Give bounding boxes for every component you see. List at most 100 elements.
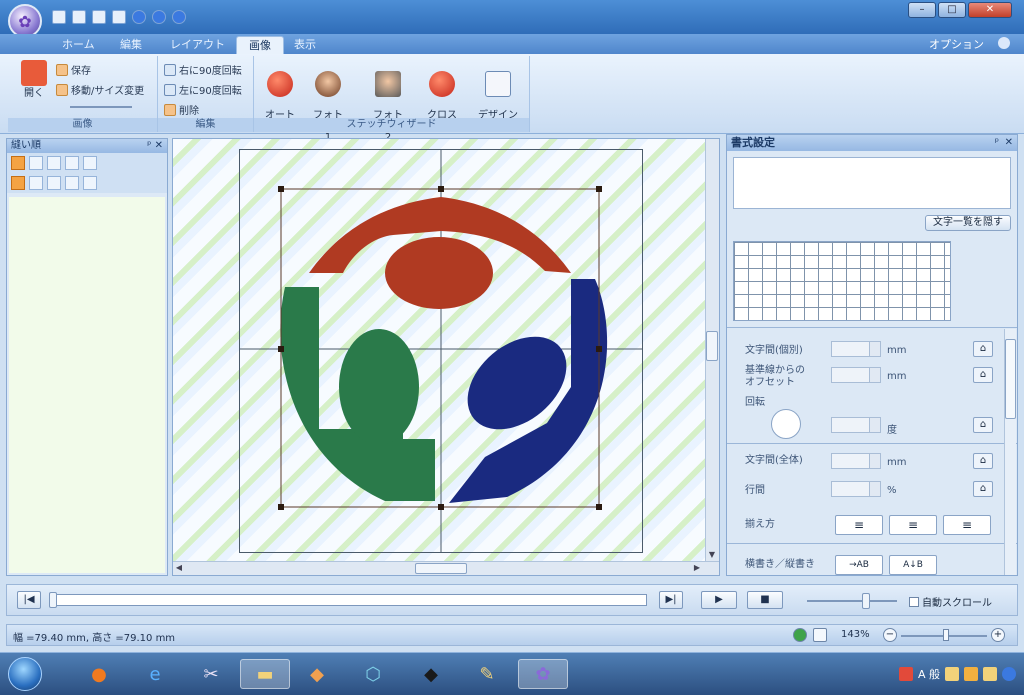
handle-top-right[interactable] — [596, 186, 602, 192]
move-size-button[interactable]: 移動/サイズ変更 — [56, 82, 144, 97]
handle-right[interactable] — [596, 346, 602, 352]
stop-button[interactable]: ■ — [747, 591, 783, 609]
group-icon[interactable] — [29, 156, 43, 170]
baseline-offset-field[interactable] — [831, 367, 881, 383]
move-down-icon[interactable] — [47, 176, 61, 190]
hide-char-list-button[interactable]: 文字一覧を隠す — [925, 215, 1011, 231]
align-right-button[interactable]: ≡ — [943, 515, 991, 535]
firefox-icon[interactable]: ● — [82, 659, 116, 689]
canvas-horizontal-thumb[interactable] — [415, 563, 467, 574]
line-spacing-field[interactable] — [831, 481, 881, 497]
zoom-out-icon[interactable]: − — [883, 628, 897, 642]
rotate-left-button[interactable]: 左に90度回転 — [164, 82, 242, 97]
app-icon-1[interactable]: ◆ — [300, 659, 334, 689]
ime-pad-icon[interactable] — [983, 667, 997, 681]
pin-icon[interactable]: ᵖ — [995, 135, 999, 151]
save-image-button[interactable]: 保存 — [56, 62, 91, 77]
app-icon-2[interactable]: ⬡ — [356, 659, 390, 689]
page-view-icon[interactable] — [813, 628, 827, 642]
move-up-icon[interactable] — [29, 176, 43, 190]
zoom-slider-knob[interactable] — [943, 629, 949, 641]
speed-slider[interactable] — [807, 600, 897, 602]
app-icon-3[interactable]: ◆ — [414, 659, 448, 689]
tab-view[interactable]: 表示 — [282, 36, 328, 54]
tray-app-icon[interactable] — [898, 667, 913, 681]
pointer-icon[interactable] — [83, 176, 97, 190]
open-image-button[interactable]: 開く — [12, 60, 56, 99]
go-start-button[interactable]: |◀ — [17, 591, 41, 609]
auto-scroll-checkbox[interactable] — [909, 596, 919, 607]
ungroup-icon[interactable] — [47, 156, 61, 170]
help-icon[interactable] — [998, 37, 1010, 49]
align-left-button[interactable]: ≡ — [835, 515, 883, 535]
explorer-icon[interactable]: ▬ — [240, 659, 290, 689]
maximize-button[interactable]: □ — [938, 2, 966, 18]
text-input[interactable] — [733, 157, 1011, 209]
help-tray-icon[interactable] — [1002, 667, 1016, 681]
scroll-left-icon[interactable]: ◀ — [173, 562, 185, 574]
tab-image[interactable]: 画像 — [236, 36, 284, 54]
minimize-button[interactable]: – — [908, 2, 936, 18]
ime-indicator[interactable]: A 般 — [918, 666, 940, 682]
rotation-dial[interactable] — [771, 409, 801, 439]
horizontal-writing-button[interactable]: →AB — [835, 555, 883, 575]
embroidery-app-icon[interactable]: ✿ — [518, 659, 568, 689]
scroll-down-icon[interactable]: ▼ — [706, 549, 718, 561]
panel-scrollbar[interactable] — [1004, 329, 1016, 575]
tab-home[interactable]: ホーム — [50, 36, 107, 54]
go-end-button[interactable]: ▶| — [659, 591, 683, 609]
paint-icon[interactable]: ✎ — [470, 659, 504, 689]
line-spacing-reset-button[interactable]: ⌂ — [973, 481, 993, 497]
snipping-tool-icon[interactable]: ✂ — [194, 659, 228, 689]
hide-icon[interactable] — [65, 176, 79, 190]
new-file-icon[interactable] — [72, 10, 86, 24]
auto-scroll-option[interactable]: 自動スクロール — [909, 594, 992, 609]
app-logo-icon[interactable]: ✿ — [8, 4, 42, 38]
stitch-progress-knob[interactable] — [49, 592, 57, 608]
rotation-reset-button[interactable]: ⌂ — [973, 417, 993, 433]
align-center-button[interactable]: ≡ — [889, 515, 937, 535]
sort-icon[interactable] — [11, 156, 25, 170]
tab-layout[interactable]: レイアウト — [158, 36, 237, 54]
close-button[interactable]: ✕ — [968, 2, 1012, 18]
handle-bottom-right[interactable] — [596, 504, 602, 510]
close-panel-icon[interactable]: ✕ — [1005, 135, 1013, 151]
sewing-order-list[interactable] — [9, 197, 165, 573]
char-spacing-field[interactable] — [831, 341, 881, 357]
handle-top-left[interactable] — [278, 186, 284, 192]
canvas-vertical-scrollbar[interactable]: ▼ — [705, 139, 719, 561]
new-icon[interactable] — [52, 10, 66, 24]
start-button-icon[interactable] — [8, 657, 42, 691]
view-icon[interactable] — [11, 176, 25, 190]
delete-button[interactable]: 削除 — [164, 102, 199, 117]
transparency-slider[interactable] — [70, 106, 132, 108]
scroll-right-icon[interactable]: ▶ — [691, 562, 703, 574]
vertical-writing-button[interactable]: A↓B — [889, 555, 937, 575]
char-spacing-all-reset-button[interactable]: ⌂ — [973, 453, 993, 469]
handle-top[interactable] — [438, 186, 444, 192]
speed-slider-knob[interactable] — [862, 593, 870, 609]
panel-scroll-thumb[interactable] — [1005, 339, 1016, 419]
ime-dict-icon[interactable] — [964, 667, 978, 681]
tab-edit[interactable]: 編集 — [108, 36, 154, 54]
stitch-progress[interactable] — [49, 592, 647, 608]
save-icon[interactable] — [112, 10, 126, 24]
char-spacing-all-field[interactable] — [831, 453, 881, 469]
char-spacing-reset-button[interactable]: ⌂ — [973, 341, 993, 357]
zoom-in-icon[interactable]: + — [991, 628, 1005, 642]
handle-left[interactable] — [278, 346, 284, 352]
frame-icon[interactable] — [83, 156, 97, 170]
play-button[interactable]: ▶ — [701, 591, 737, 609]
baseline-offset-reset-button[interactable]: ⌂ — [973, 367, 993, 383]
ie-icon[interactable]: e — [138, 659, 172, 689]
char-list-grid[interactable] — [733, 241, 951, 321]
rotation-field[interactable] — [831, 417, 881, 433]
redo-icon[interactable] — [152, 10, 166, 24]
realistic-view-icon[interactable] — [793, 628, 807, 642]
undo-icon[interactable] — [132, 10, 146, 24]
design-canvas[interactable]: ▼ ◀ ▶ — [172, 138, 720, 576]
pin-close-icon[interactable]: ᵖ ✕ — [147, 139, 163, 153]
canvas-horizontal-scrollbar[interactable]: ◀ ▶ — [173, 561, 719, 575]
open-folder-icon[interactable] — [92, 10, 106, 24]
ime-tool-icon[interactable] — [945, 667, 959, 681]
